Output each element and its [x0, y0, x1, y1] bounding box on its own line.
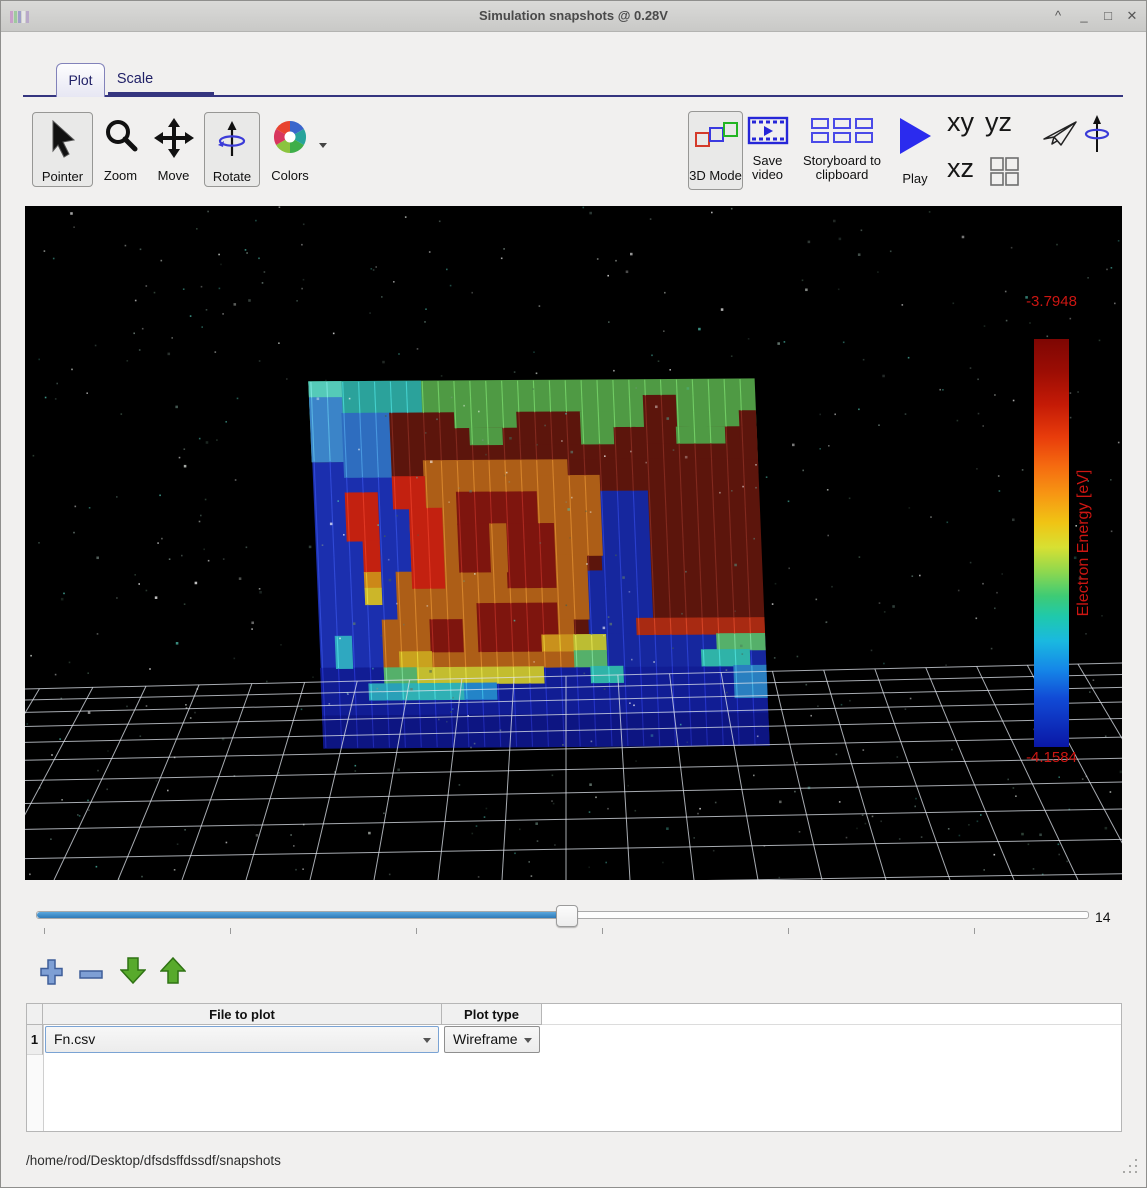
corner-header: [27, 1004, 43, 1025]
slider-tick: [974, 928, 975, 934]
pointer-icon: [33, 119, 92, 159]
slider-tick: [44, 928, 45, 934]
play-button[interactable]: Play: [895, 111, 935, 188]
row-number: 1: [27, 1025, 43, 1055]
storyboard-button[interactable]: Storyboard to clipboard: [796, 111, 888, 188]
svg-text:-4.1584: -4.1584: [1026, 749, 1077, 766]
tab-scale[interactable]: Scale: [111, 66, 159, 92]
slider-fill: [37, 912, 566, 918]
tabbar-underline-segment: [108, 92, 214, 97]
play-icon: [895, 116, 935, 156]
slider-tick: [416, 928, 417, 934]
film-icon: [744, 115, 791, 147]
move-icon: [148, 118, 199, 158]
view-xz-button[interactable]: xz: [947, 153, 974, 184]
svg-text:-3.7948: -3.7948: [1026, 293, 1077, 310]
status-path-label: /home/rod/Desktop/dfsdsffdssdf/snapshots: [26, 1153, 281, 1168]
quad-view-button[interactable]: [990, 157, 1020, 192]
maximize-button[interactable]: □: [1097, 1, 1119, 31]
slider-handle[interactable]: [556, 905, 578, 927]
zoom-icon: [97, 118, 144, 156]
file-to-plot-dropdown[interactable]: Fn.csv: [45, 1026, 439, 1053]
move-up-button[interactable]: [160, 957, 186, 989]
colors-tool-button[interactable]: Colors: [263, 112, 317, 185]
axis-rotate-icon[interactable]: [1083, 114, 1111, 161]
app-window: Simulation snapshots @ 0.28V ^ _ □ ✕ Plo…: [0, 0, 1147, 1188]
window-title: Simulation snapshots @ 0.28V: [1, 1, 1146, 31]
plot-files-table: File to plot Plot type 1 Fn.csv Wirefram…: [26, 1003, 1122, 1132]
cubes-3d-icon: [689, 120, 742, 150]
title-bar[interactable]: Simulation snapshots @ 0.28V ^ _ □ ✕: [1, 1, 1146, 32]
add-frame-button[interactable]: [39, 959, 63, 990]
move-down-button[interactable]: [120, 957, 146, 989]
plot-type-dropdown[interactable]: Wireframe: [444, 1026, 540, 1053]
scene-canvas: -3.7948 -4.1584 Electron Energy [eV]: [25, 206, 1122, 880]
frame-slider[interactable]: [36, 911, 1089, 919]
mode-3d-button[interactable]: 3D Mode: [688, 111, 743, 190]
close-button[interactable]: ✕: [1121, 1, 1143, 31]
view-yz-button[interactable]: yz: [985, 107, 1012, 138]
colors-dropdown-caret[interactable]: [319, 143, 327, 148]
tab-plot[interactable]: Plot: [56, 63, 105, 97]
column-header-file: File to plot: [43, 1004, 442, 1025]
header-filler: [542, 1004, 1121, 1025]
save-video-button[interactable]: Save video: [744, 111, 791, 188]
remove-frame-button[interactable]: [79, 967, 103, 985]
shade-button[interactable]: ^: [1047, 1, 1069, 31]
viewport-3d[interactable]: -3.7948 -4.1584 Electron Energy [eV]: [25, 206, 1122, 880]
column-header-plot-type: Plot type: [442, 1004, 542, 1025]
storyboard-icon: [796, 117, 888, 145]
pointer-tool-button[interactable]: Pointer: [32, 112, 93, 187]
slider-tick: [230, 928, 231, 934]
chevron-down-icon: [423, 1038, 431, 1043]
chevron-down-icon: [524, 1038, 532, 1043]
rotate-icon: [205, 119, 259, 159]
color-wheel-icon: [263, 118, 317, 156]
rotate-tool-button[interactable]: Rotate: [204, 112, 260, 187]
paper-plane-icon[interactable]: [1041, 118, 1079, 155]
svg-text:Electron Energy [eV]: Electron Energy [eV]: [1075, 470, 1092, 617]
move-tool-button[interactable]: Move: [148, 112, 199, 185]
frame-count-label: 14: [1095, 909, 1111, 925]
zoom-tool-button[interactable]: Zoom: [97, 112, 144, 185]
status-bar: /home/rod/Desktop/dfsdsffdssdf/snapshots: [1, 1141, 1147, 1188]
view-xy-button[interactable]: xy: [947, 107, 974, 138]
slider-tick: [788, 928, 789, 934]
minimize-button[interactable]: _: [1073, 1, 1095, 31]
slider-tick: [602, 928, 603, 934]
